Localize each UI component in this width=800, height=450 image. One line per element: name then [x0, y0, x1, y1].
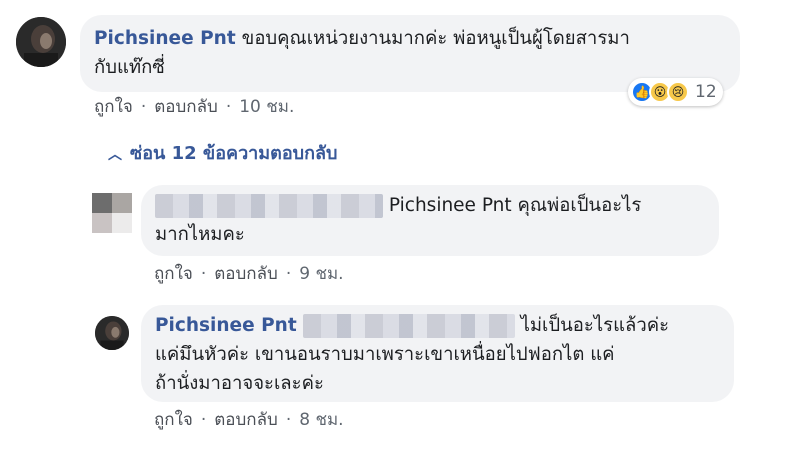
reply-text-line: มากไหมคะ — [155, 224, 245, 245]
like-link[interactable]: ถูกใจ — [154, 406, 193, 433]
separator: · — [285, 410, 292, 430]
separator: · — [200, 410, 207, 430]
reply-link[interactable]: ตอบกลับ — [214, 260, 278, 287]
reaction-count: 12 — [695, 82, 717, 102]
reply-author[interactable]: Pichsinee Pnt — [155, 315, 297, 336]
like-link[interactable]: ถูกใจ — [94, 93, 133, 120]
reply-link[interactable]: ตอบกลับ — [154, 93, 218, 120]
chevron-up-icon: ︿ — [108, 147, 122, 163]
reply-link[interactable]: ตอบกลับ — [214, 406, 278, 433]
comment-text-line: กับแท๊กซี่ — [94, 57, 165, 78]
timestamp[interactable]: 9 ชม. — [299, 260, 343, 287]
reply-text-line: ถ้านั่งมาอาจจะเละค่ะ — [155, 373, 324, 394]
reply-text-line: คุณพ่อเป็นอะไร — [511, 195, 642, 216]
reply-text-line: ไม่เป็นอะไรแล้วค่ะ — [520, 315, 670, 336]
comment-author[interactable]: Pichsinee Pnt — [94, 28, 236, 49]
profile-photo-icon — [16, 17, 66, 67]
profile-photo-icon — [95, 316, 129, 350]
comment-text-line: ขอบคุณเหน่วยงานมากค่ะ พ่อหนูเป็นผู้โดยสา… — [241, 28, 630, 49]
comment-actions: ถูกใจ · ตอบกลับ · 10 ชม. — [94, 93, 294, 120]
separator: · — [285, 264, 292, 284]
like-link[interactable]: ถูกใจ — [154, 260, 193, 287]
blurred-mention — [302, 314, 515, 338]
reply-bubble: Pichsinee Pnt ไม่เป็นอะไรแล้วค่ะ แค่มึนห… — [141, 305, 734, 402]
reply-mention[interactable]: Pichsinee Pnt — [389, 195, 512, 216]
reply-actions: ถูกใจ · ตอบกลับ · 9 ชม. — [154, 260, 344, 287]
separator: · — [225, 97, 232, 117]
hide-replies-link[interactable]: ︿ ซ่อน 12 ข้อความตอบกลับ — [108, 138, 337, 167]
reactions-summary[interactable]: 👍 😮 😢 12 — [628, 78, 723, 106]
timestamp[interactable]: 10 ชม. — [239, 93, 294, 120]
separator: · — [200, 264, 207, 284]
hide-replies-label: ซ่อน 12 ข้อความตอบกลับ — [130, 143, 338, 164]
reply-text-line: แค่มึนหัวค่ะ เขานอนราบมาเพราะเขาเหนื่อยไ… — [155, 344, 615, 365]
avatar-pichsinee[interactable] — [16, 17, 66, 67]
reply-bubble: Pichsinee Pnt คุณพ่อเป็นอะไร มากไหมคะ — [141, 185, 719, 256]
separator: · — [140, 97, 147, 117]
avatar-blurred[interactable] — [92, 193, 132, 233]
avatar-pichsinee[interactable] — [95, 316, 129, 350]
timestamp[interactable]: 8 ชม. — [299, 406, 343, 433]
reply-actions: ถูกใจ · ตอบกลับ · 8 ชม. — [154, 406, 344, 433]
blurred-author-name — [155, 194, 383, 218]
sad-reaction-icon: 😢 — [667, 81, 689, 103]
